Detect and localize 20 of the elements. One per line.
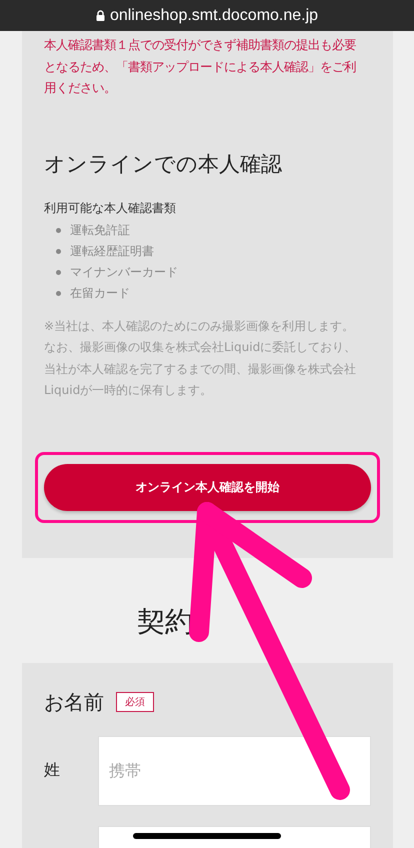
- document-item: 在留カード: [70, 284, 130, 302]
- bullet-icon: [56, 228, 61, 232]
- url-text: onlineshop.smt.docomo.ne.jp: [110, 6, 318, 24]
- input-field[interactable]: 携帯: [98, 736, 371, 806]
- required-badge: 必須: [116, 692, 154, 712]
- bullet-icon: [56, 270, 61, 274]
- document-item: 運転経歴証明書: [70, 242, 154, 260]
- note-text: ※当社は、本人確認のためにのみ撮影画像を利用します。なお、撮影画像の収集を株式会社Liquidに委託しており、当社が本人確認を完了するまでの間、撮影画像を株式会社Liquidが一時的に保有します。: [44, 318, 358, 399]
- notice-text: 本人確認書類１点での受付ができず補助書類の提出も必要となるため、「書類アップロードによる本人確認」をご利用ください。: [44, 37, 357, 97]
- start-button[interactable]: オンライン本人確認を開始: [44, 464, 371, 510]
- bullet-icon: [56, 290, 61, 296]
- documents-label: 利用可能な本人確認書類: [44, 200, 177, 216]
- section-title: オンラインでの本人確認: [44, 150, 283, 178]
- address-bar[interactable]: onlineshop.smt.docomo.ne.jp: [0, 0, 414, 31]
- lock-icon: [96, 10, 105, 21]
- document-item: マイナンバーカード: [70, 264, 178, 280]
- document-item: 運転免許証: [70, 222, 130, 238]
- field-label: 姓: [44, 760, 61, 781]
- field-label: お名前: [44, 688, 104, 716]
- bullet-icon: [56, 248, 61, 254]
